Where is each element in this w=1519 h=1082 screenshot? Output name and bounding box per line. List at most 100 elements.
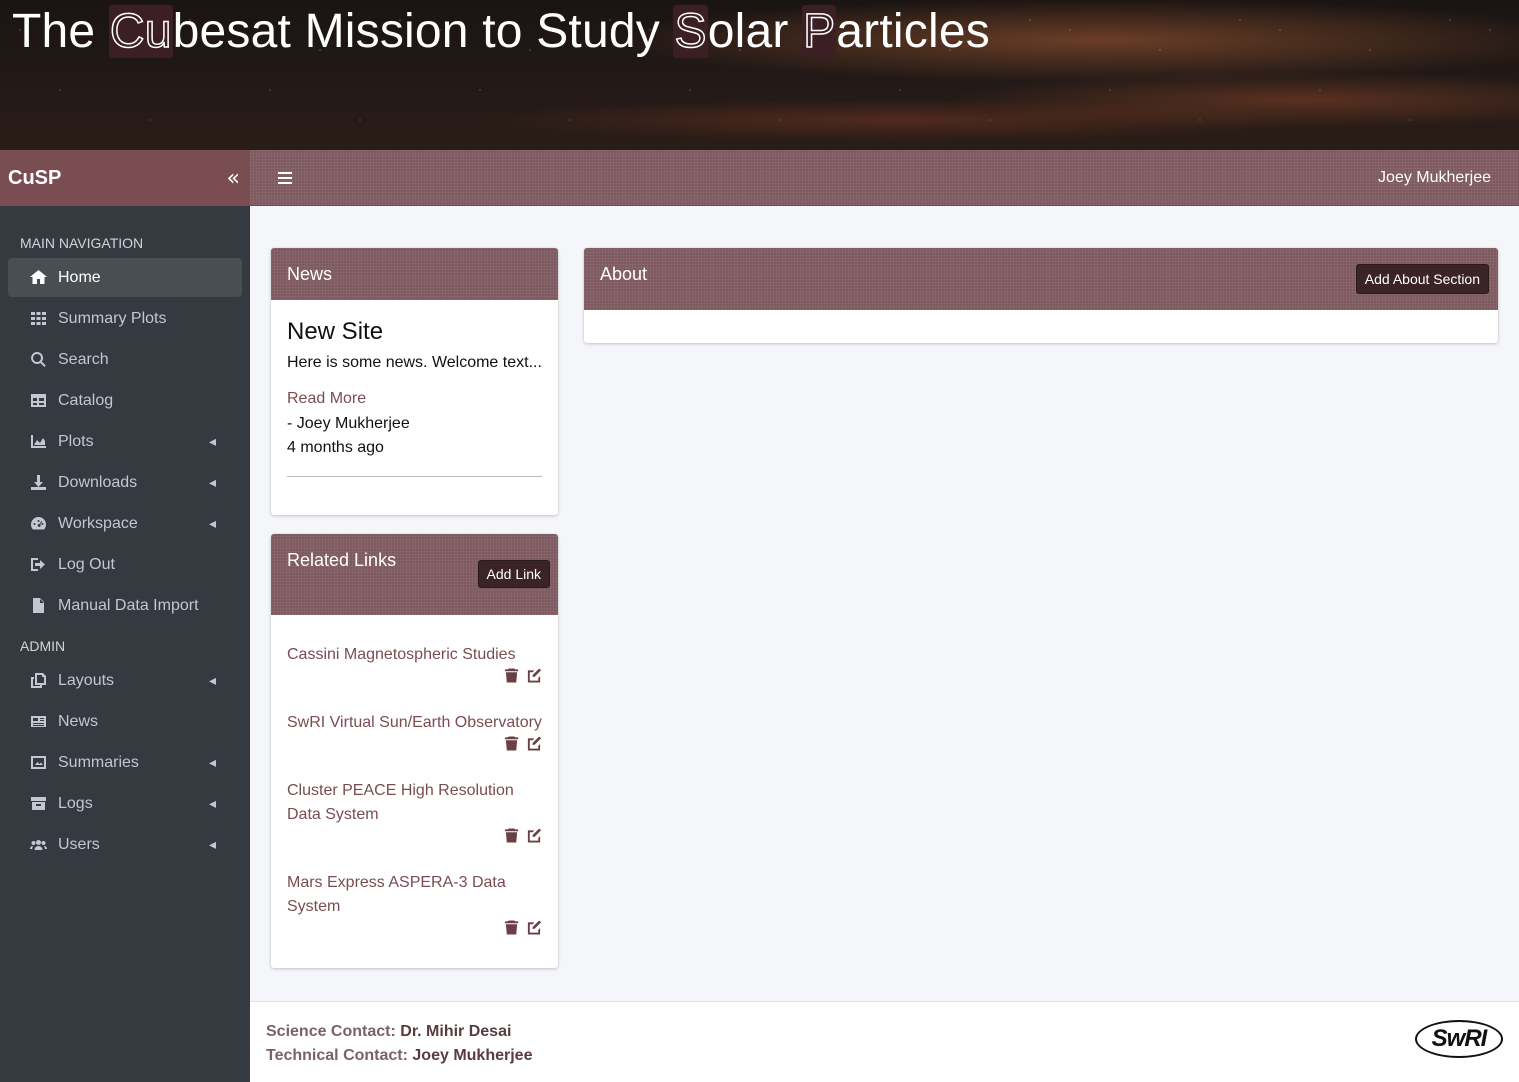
trash-icon[interactable] [504,827,520,849]
nav-header-main: MAIN NAVIGATION [20,235,144,251]
double-chevron-left-icon[interactable]: « [227,166,240,191]
brand-bar: CuSP « [0,150,250,206]
sign-out-icon [28,556,48,574]
sidebar-item-label: Home [58,268,101,286]
sidebar-item-label: Layouts [58,671,115,689]
add-link-button[interactable]: Add Link [477,560,550,588]
sidebar-item-news[interactable]: News [8,702,242,741]
chevron-left-icon: ◂ [208,672,216,689]
sidebar-item-downloads[interactable]: Downloads ◂ [8,463,242,502]
chevron-left-icon: ◂ [208,474,216,491]
banner-title-highlight-letter: S [673,4,708,59]
add-about-section-button[interactable]: Add About Section [1355,264,1489,294]
admin-nav-list: Layouts ◂ News Summaries ◂ Logs ◂ Users ◂ [0,661,250,864]
sidebar-item-label: Log Out [58,555,115,573]
link-actions [287,827,542,849]
sidebar-item-log-out[interactable]: Log Out [8,545,242,584]
sidebar-item-logs[interactable]: Logs ◂ [8,784,242,823]
related-links-title: Related Links [287,550,397,570]
related-links-list: Cassini Magnetospheric Studies SwRI Virtu… [271,615,558,941]
technical-contact-label: Technical Contact: [266,1047,408,1064]
related-link-item: SwRI Virtual Sun/Earth Observatory [287,711,542,757]
user-menu[interactable]: Joey Mukherjee [1378,169,1491,187]
trash-icon[interactable] [504,735,520,757]
main-nav-list: Home Summary Plots Search Catalog Plots ◂ Down… [0,258,250,625]
copy-icon [28,672,48,690]
news-body: New Site Here is some news. Welcome text… [271,300,558,477]
technical-contact: Technical Contact: Joey Mukherjee [266,1047,532,1065]
related-links-header: Related Links Add Link [271,534,558,615]
related-link[interactable]: Cassini Magnetospheric Studies [287,643,542,667]
download-icon [28,474,48,492]
banner-title-segment: The [12,5,109,58]
sidebar-item-label: Plots [58,432,94,450]
related-link[interactable]: Cluster PEACE High Resolution Data Syste… [287,779,542,827]
about-card-title: About [600,264,648,284]
edit-icon[interactable] [526,735,542,757]
sidebar-item-search[interactable]: Search [8,340,242,379]
link-actions [287,919,542,941]
sidebar-item-home[interactable]: Home [8,258,242,297]
news-time: 4 months ago [287,439,384,456]
trash-icon[interactable] [504,667,520,689]
related-link-item: Cassini Magnetospheric Studies [287,643,542,689]
brand-name[interactable]: CuSP [8,167,61,190]
related-link[interactable]: Mars Express ASPERA-3 Data System [287,871,542,919]
sidebar-item-label: Downloads [58,473,138,491]
top-navbar: Joey Mukherjee [250,150,1519,206]
related-link-item: Cluster PEACE High Resolution Data Syste… [287,779,542,849]
news-author: - Joey Mukherjee [287,415,410,432]
related-link-item: Mars Express ASPERA-3 Data System [287,871,542,941]
banner-title: The Cubesat Mission to Study Solar Parti… [12,4,990,59]
hamburger-icon[interactable] [278,171,292,184]
gauge-icon [28,515,48,533]
sidebar-item-label: Catalog [58,391,114,409]
sidebar-item-workspace[interactable]: Workspace ◂ [8,504,242,543]
newspaper-icon [28,713,48,731]
sidebar-item-layouts[interactable]: Layouts ◂ [8,661,242,700]
news-card-title: News [287,264,333,284]
news-card: News New Site Here is some news. Welcome… [271,248,558,515]
about-card: About Add About Section [584,248,1498,343]
banner-title-segment: besat Mission to Study [172,5,674,58]
science-contact-name: Dr. Mihir Desai [400,1023,512,1040]
area-chart-icon [28,433,48,451]
edit-icon[interactable] [526,919,542,941]
sidebar-item-label: Logs [58,794,93,812]
chevron-left-icon: ◂ [208,836,216,853]
sidebar-item-users[interactable]: Users ◂ [8,825,242,864]
sidebar-item-label: News [58,712,99,730]
sidebar-item-label: Summaries [58,753,139,771]
image-icon [28,754,48,772]
file-icon [28,597,48,615]
related-link[interactable]: SwRI Virtual Sun/Earth Observatory [287,711,542,735]
sidebar: MAIN NAVIGATION Home Summary Plots Search C… [0,206,250,1082]
sidebar-item-plots[interactable]: Plots ◂ [8,422,242,461]
home-icon [28,269,48,287]
sidebar-item-catalog[interactable]: Catalog [8,381,242,420]
edit-icon[interactable] [526,667,542,689]
link-actions [287,667,542,689]
grid-icon [28,310,48,328]
users-icon [28,836,48,854]
footer: Science Contact: Dr. Mihir Desai Technic… [250,1001,1519,1082]
sidebar-item-label: Users [58,835,100,853]
trash-icon[interactable] [504,919,520,941]
swri-logo[interactable]: SwRI [1415,1020,1503,1058]
edit-icon[interactable] [526,827,542,849]
read-more-link[interactable]: Read More [287,390,542,408]
archive-icon [28,795,48,813]
sidebar-item-label: Search [58,350,109,368]
news-headline: New Site [287,318,384,345]
sidebar-item-summaries[interactable]: Summaries ◂ [8,743,242,782]
related-links-card: Related Links Add Link Cassini Magnetosp… [271,534,558,968]
sidebar-item-label: Manual Data Import [58,596,199,614]
sidebar-item-manual-data-import[interactable]: Manual Data Import [8,586,242,625]
site-banner: The Cubesat Mission to Study Solar Parti… [0,0,1519,150]
news-text: Here is some news. Welcome text... [287,354,542,371]
banner-title-highlight-letter: P [802,4,837,59]
link-actions [287,735,542,757]
sidebar-item-summary-plots[interactable]: Summary Plots [8,299,242,338]
banner-title-highlight-letter: Cu [108,4,173,59]
science-contact-label: Science Contact: [266,1023,396,1040]
